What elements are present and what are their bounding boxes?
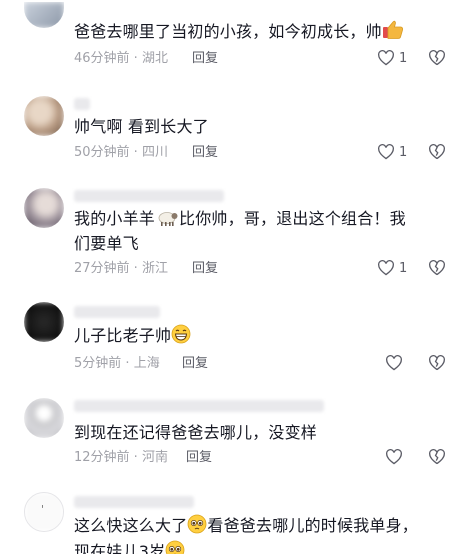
- comment-meta: 50分钟前 · 四川: [74, 145, 168, 160]
- heart-icon: [378, 50, 394, 66]
- comment-item: 爸爸去哪里了当初的小孩，如今初成长，帅 46分钟前 · 湖北 回复 1: [0, 0, 452, 80]
- avatar[interactable]: [24, 302, 64, 342]
- username-blurred[interactable]: [74, 98, 90, 110]
- pleading-emoji-icon: [165, 540, 185, 554]
- comment-meta: 12分钟前 · 河南: [74, 450, 168, 465]
- thumbs-up-emoji-icon: [382, 20, 404, 46]
- heart-icon: [386, 449, 402, 465]
- comment-item: 我的小羊羊 比你帅，哥，退出这个组合！我们要单飞 27分钟前 · 浙江 回复 1: [0, 184, 452, 294]
- sheep-emoji-icon: [155, 209, 179, 233]
- like-count: 1: [399, 144, 408, 160]
- comment-text: 儿子比老子帅: [74, 324, 422, 350]
- broken-heart-icon[interactable]: [428, 144, 446, 160]
- heart-icon: [386, 355, 402, 371]
- like-button[interactable]: 1: [377, 260, 407, 276]
- pleading-emoji-icon: [187, 514, 207, 540]
- broken-heart-icon[interactable]: [428, 50, 446, 66]
- comment-item: 儿子比老子帅 5分钟前 · 上海 回复: [0, 300, 452, 390]
- grinning-emoji-icon: [171, 324, 191, 350]
- comment-text: 帅气啊 看到长大了: [74, 117, 209, 136]
- comment-text: 爸爸去哪里了当初的小孩，如今初成长，帅: [74, 20, 422, 46]
- reply-button[interactable]: 回复: [192, 261, 218, 277]
- like-button[interactable]: 1: [377, 50, 407, 66]
- avatar[interactable]: [24, 398, 64, 438]
- username-blurred[interactable]: [74, 400, 324, 412]
- avatar-glyph: ꞌ: [41, 503, 45, 516]
- broken-heart-icon[interactable]: [428, 260, 446, 276]
- broken-heart-icon[interactable]: [428, 449, 446, 465]
- avatar[interactable]: [24, 2, 64, 28]
- broken-heart-icon[interactable]: [428, 355, 446, 371]
- like-count: 1: [399, 50, 408, 66]
- comment-meta: 46分钟前 · 湖北: [74, 51, 168, 66]
- reply-button[interactable]: 回复: [182, 356, 208, 372]
- avatar[interactable]: [24, 96, 64, 136]
- comment-item: ꞌ 这么快这么大了 看爸爸去哪儿的时候我单身，现在娃儿3岁: [0, 488, 452, 554]
- comment-item: 到现在还记得爸爸去哪儿，没变样 12分钟前 · 河南 回复: [0, 394, 452, 482]
- heart-icon: [378, 144, 394, 160]
- like-count: 1: [399, 260, 408, 276]
- reply-button[interactable]: 回复: [192, 51, 218, 67]
- comment-item: 帅气啊 看到长大了 50分钟前 · 四川 回复 1: [0, 88, 452, 176]
- comment-text: 这么快这么大了 看爸爸去哪儿的时候我单身，现在娃儿3岁: [74, 514, 422, 554]
- like-button[interactable]: [385, 449, 407, 465]
- like-button[interactable]: [385, 355, 407, 371]
- reply-button[interactable]: 回复: [192, 145, 218, 161]
- comment-text: 到现在还记得爸爸去哪儿，没变样: [74, 423, 318, 442]
- reply-button[interactable]: 回复: [186, 450, 212, 466]
- username-blurred[interactable]: [74, 496, 194, 508]
- username-blurred[interactable]: [74, 306, 160, 318]
- avatar[interactable]: ꞌ: [24, 492, 64, 532]
- username-blurred[interactable]: [74, 190, 224, 202]
- heart-icon: [378, 260, 394, 276]
- comment-meta: 27分钟前 · 浙江: [74, 261, 168, 276]
- like-button[interactable]: 1: [377, 144, 407, 160]
- comment-text: 我的小羊羊 比你帅，哥，退出这个组合！我们要单飞: [74, 209, 406, 253]
- avatar[interactable]: [24, 188, 64, 228]
- comment-meta: 5分钟前 · 上海: [74, 356, 160, 371]
